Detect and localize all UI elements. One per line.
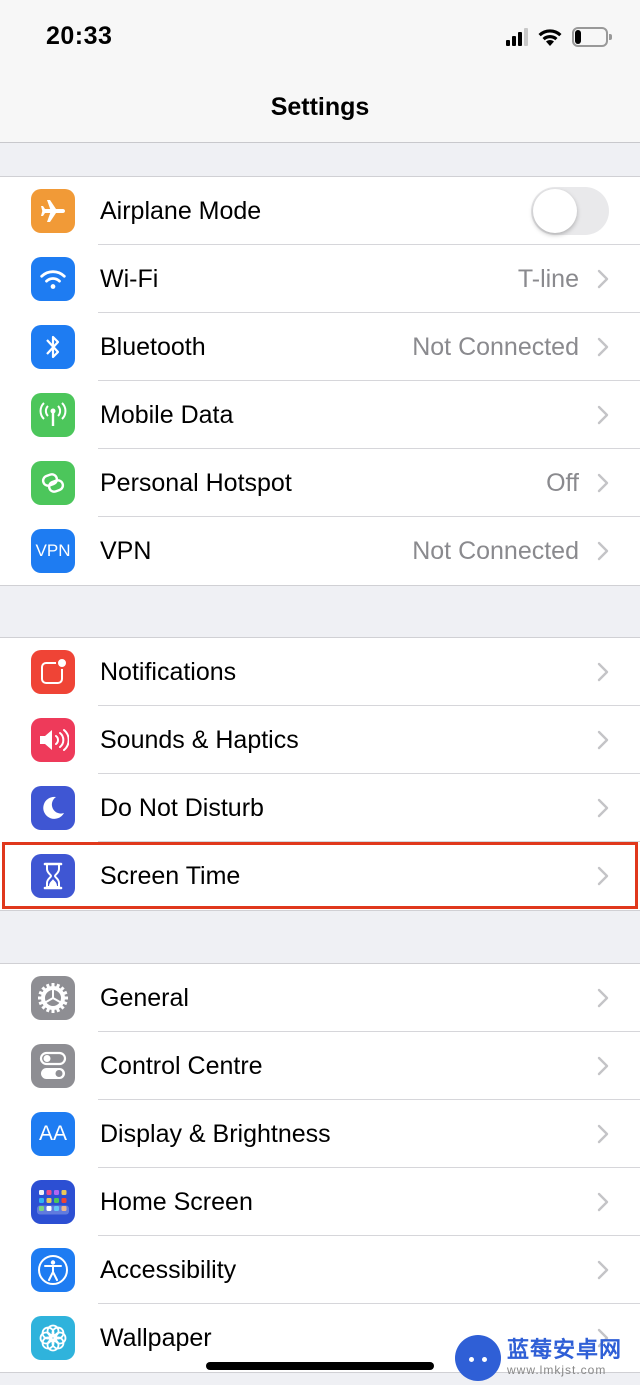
signal-bar [512,36,516,46]
settings-row-value: Not Connected [412,333,579,361]
text-size-icon: AA [31,1112,75,1156]
settings-row-label: Airplane Mode [100,197,262,225]
speaker-icon [31,718,75,762]
home-indicator[interactable] [206,1362,434,1370]
status-bar: 20:33 [0,0,640,75]
settings-row-label: Screen Time [100,862,241,890]
chevron-right-icon [596,988,610,1008]
settings-row-label: Display & Brightness [100,1120,331,1148]
settings-row-do-not-disturb[interactable]: Do Not Disturb [0,774,640,842]
settings-row-label: Notifications [100,658,237,686]
antenna-icon [31,393,75,437]
moon-icon [31,786,75,830]
chevron-right-icon [596,798,610,818]
wifi-icon [31,257,75,301]
chevron-right-icon [596,269,610,289]
settings-row-general[interactable]: General [0,964,640,1032]
settings-row-label: Home Screen [100,1188,253,1216]
flower-icon [31,1316,75,1360]
settings-row-value: Off [546,469,579,497]
battery-icon [572,27,612,47]
watermark-android-logo-icon [455,1334,501,1381]
chevron-right-icon [596,541,610,561]
chevron-right-icon [596,473,610,493]
status-icons [506,27,612,47]
chevron-right-icon [596,1056,610,1076]
icon-text: VPN [35,541,71,560]
switches-icon [31,1044,75,1088]
airplane-mode-toggle[interactable] [531,187,609,235]
watermark-url: www.lmkjst.com [507,1363,607,1377]
toggle-knob [533,189,577,233]
app-grid-icon [31,1180,75,1224]
signal-bar [518,32,522,46]
settings-row-vpn[interactable]: VPN VPN Not Connected [0,517,640,585]
page-title: Settings [270,93,370,121]
settings-row-accessibility[interactable]: Accessibility [0,1236,640,1304]
status-time: 20:33 [46,22,113,50]
chevron-right-icon [596,662,610,682]
accessibility-icon [31,1248,75,1292]
settings-row-label: General [100,984,189,1012]
settings-row-sounds-haptics[interactable]: Sounds & Haptics [0,706,640,774]
settings-row-label: Control Centre [100,1052,263,1080]
settings-row-display-brightness[interactable]: AA Display & Brightness [0,1100,640,1168]
gear-icon [31,976,75,1020]
settings-row-personal-hotspot[interactable]: Personal Hotspot Off [0,449,640,517]
settings-row-screen-time[interactable]: Screen Time [0,842,640,910]
settings-row-mobile-data[interactable]: Mobile Data [0,381,640,449]
watermark-title: 蓝莓安卓网 [507,1337,623,1362]
settings-row-label: Wi-Fi [100,265,159,293]
chevron-right-icon [596,866,610,886]
chevron-right-icon [596,1192,610,1212]
notifications-icon [31,650,75,694]
settings-row-label: Accessibility [100,1256,237,1284]
airplane-icon [31,189,75,233]
wifi-status-icon [538,29,562,46]
hourglass-icon [31,854,75,898]
vpn-icon: VPN [31,529,75,573]
signal-bar [524,28,528,46]
settings-row-label: Mobile Data [100,401,234,429]
settings-group-connectivity: Airplane Mode Wi-Fi T-line Bluetooth Not Con… [0,176,640,586]
icon-text: AA [38,1122,67,1145]
chevron-right-icon [596,1260,610,1280]
signal-bar [506,40,510,46]
chevron-right-icon [596,337,610,357]
settings-row-notifications[interactable]: Notifications [0,638,640,706]
settings-row-label: Wallpaper [100,1324,212,1352]
settings-row-airplane-mode[interactable]: Airplane Mode [0,177,640,245]
settings-row-value: T-line [517,265,579,293]
hotspot-link-icon [31,461,75,505]
settings-row-home-screen[interactable]: Home Screen [0,1168,640,1236]
settings-group-general: General Control Centre AA Display & Brightn… [0,963,640,1373]
settings-group-notifications: Notifications Sounds & Haptics Do Not Dist… [0,637,640,911]
bluetooth-icon [31,325,75,369]
settings-row-wifi[interactable]: Wi-Fi T-line [0,245,640,313]
settings-row-label: Personal Hotspot [100,469,292,497]
settings-row-label: Bluetooth [100,333,206,361]
chevron-right-icon [596,405,610,425]
chevron-right-icon [596,730,610,750]
chevron-right-icon [596,1124,610,1144]
settings-row-label: Do Not Disturb [100,794,264,822]
settings-row-control-centre[interactable]: Control Centre [0,1032,640,1100]
cellular-signal-icon [506,28,528,46]
settings-row-label: Sounds & Haptics [100,726,299,754]
settings-row-bluetooth[interactable]: Bluetooth Not Connected [0,313,640,381]
settings-row-value: Not Connected [412,537,579,565]
navigation-bar: Settings [0,75,640,143]
watermark: 蓝莓安卓网 www.lmkjst.com [455,1330,640,1385]
settings-row-label: VPN [100,537,152,565]
